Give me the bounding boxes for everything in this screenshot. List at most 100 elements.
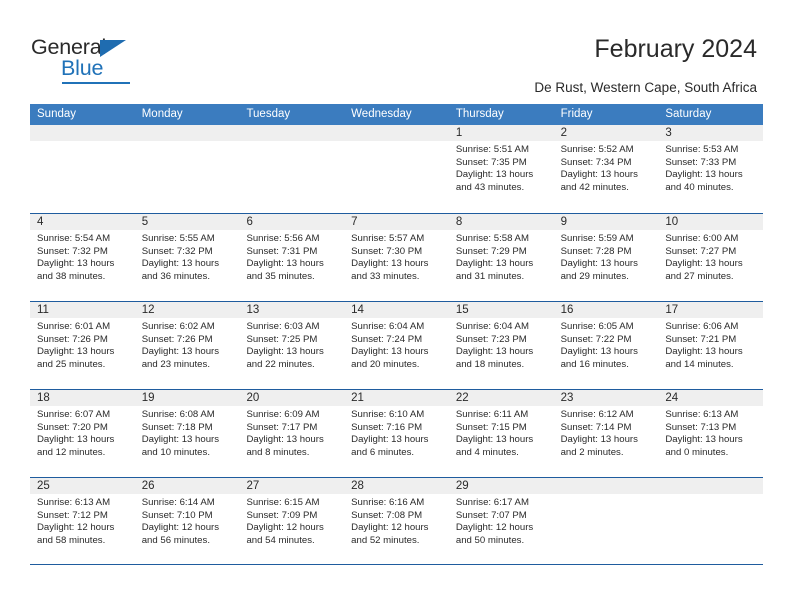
day-details: Sunrise: 6:05 AM Sunset: 7:22 PM Daylight:… [554, 318, 659, 371]
sunset-text: Sunset: 7:27 PM [665, 245, 737, 257]
calendar-day-cell[interactable]: 9 Sunrise: 5:59 AM Sunset: 7:28 PM Daylight… [553, 214, 659, 301]
daylight-text: Daylight: 13 hours and 40 minutes. [665, 169, 743, 193]
calendar-day-cell[interactable]: 11 Sunrise: 6:01 AM Sunset: 7:26 PM Dayligh… [30, 302, 135, 389]
calendar-day-cell[interactable]: 1 Sunrise: 5:51 AM Sunset: 7:35 PM Daylight… [448, 125, 554, 213]
day-details: Sunrise: 6:16 AM Sunset: 7:08 PM Daylight:… [344, 494, 449, 547]
calendar-day-cell[interactable]: 8 Sunrise: 5:58 AM Sunset: 7:29 PM Daylight… [448, 214, 554, 301]
sunset-text: Sunset: 7:30 PM [351, 245, 423, 257]
calendar-day-cell[interactable]: 15 Sunrise: 6:04 AM Sunset: 7:23 PM Dayligh… [448, 302, 554, 389]
calendar-day-cell[interactable]: 2 Sunrise: 5:52 AM Sunset: 7:34 PM Daylight… [553, 125, 659, 213]
sunset-text: Sunset: 7:07 PM [455, 509, 527, 521]
day-number: 12 [134, 302, 240, 318]
sunrise-text: Sunrise: 6:01 AM [37, 321, 111, 332]
sunrise-text: Sunrise: 5:52 AM [560, 144, 634, 155]
day-details: Sunrise: 6:15 AM Sunset: 7:09 PM Daylight:… [239, 494, 344, 547]
sunset-text: Sunset: 7:14 PM [560, 421, 632, 433]
calendar-day-cell[interactable]: 22 Sunrise: 6:11 AM Sunset: 7:15 PM Dayligh… [448, 390, 554, 477]
day-details: Sunrise: 5:58 AM Sunset: 7:29 PM Daylight:… [449, 230, 554, 283]
daylight-text: Daylight: 13 hours and 6 minutes. [351, 434, 429, 458]
daylight-text: Daylight: 13 hours and 0 minutes. [665, 434, 743, 458]
calendar-day-cell[interactable]: 26 Sunrise: 6:14 AM Sunset: 7:10 PM Dayligh… [134, 478, 240, 564]
daylight-text: Daylight: 13 hours and 42 minutes. [560, 169, 638, 193]
weekday-header-tuesday: Tuesday [246, 108, 291, 120]
calendar-day-cell[interactable]: 28 Sunrise: 6:16 AM Sunset: 7:08 PM Dayligh… [344, 478, 449, 564]
day-details: Sunrise: 6:01 AM Sunset: 7:26 PM Daylight:… [30, 318, 135, 371]
calendar-day-cell[interactable]: 12 Sunrise: 6:02 AM Sunset: 7:26 PM Dayligh… [134, 302, 240, 389]
calendar-day-cell[interactable]: 20 Sunrise: 6:09 AM Sunset: 7:17 PM Dayligh… [239, 390, 345, 477]
day-details: Sunrise: 5:52 AM Sunset: 7:34 PM Daylight:… [554, 141, 659, 194]
calendar-day-cell[interactable]: 25 Sunrise: 6:13 AM Sunset: 7:12 PM Dayligh… [30, 478, 135, 564]
calendar-day-cell[interactable]: 23 Sunrise: 6:12 AM Sunset: 7:14 PM Dayligh… [553, 390, 659, 477]
day-number [344, 125, 449, 141]
calendar-day-cell[interactable]: 21 Sunrise: 6:10 AM Sunset: 7:16 PM Dayligh… [344, 390, 449, 477]
calendar-day-cell[interactable]: 27 Sunrise: 6:15 AM Sunset: 7:09 PM Dayligh… [239, 478, 345, 564]
sunrise-text: Sunrise: 6:16 AM [351, 497, 425, 508]
weekday-header-monday: Monday [141, 108, 183, 120]
sunrise-text: Sunrise: 5:55 AM [141, 233, 215, 244]
sunrise-text: Sunrise: 5:51 AM [455, 144, 529, 155]
day-number: 16 [553, 302, 659, 318]
sunrise-text: Sunrise: 6:09 AM [246, 409, 320, 420]
sunset-text: Sunset: 7:15 PM [455, 421, 527, 433]
calendar-day-cell[interactable]: 10 Sunrise: 6:00 AM Sunset: 7:27 PM Dayligh… [658, 214, 764, 301]
day-details: Sunrise: 6:11 AM Sunset: 7:15 PM Daylight:… [449, 406, 554, 459]
day-details: Sunrise: 6:09 AM Sunset: 7:17 PM Daylight:… [239, 406, 344, 459]
sunrise-text: Sunrise: 5:53 AM [665, 144, 739, 155]
triangle-icon [100, 40, 126, 57]
daylight-text: Daylight: 13 hours and 14 minutes. [665, 346, 743, 370]
sunrise-text: Sunrise: 6:04 AM [455, 321, 529, 332]
sunset-text: Sunset: 7:10 PM [141, 509, 213, 521]
calendar-cell-empty [30, 125, 135, 213]
weekday-header-friday: Friday [560, 108, 593, 120]
sunset-text: Sunset: 7:09 PM [246, 509, 318, 521]
calendar-day-cell[interactable]: 3 Sunrise: 5:53 AM Sunset: 7:33 PM Daylight… [658, 125, 764, 213]
calendar-day-cell[interactable]: 18 Sunrise: 6:07 AM Sunset: 7:20 PM Dayligh… [30, 390, 135, 477]
daylight-text: Daylight: 13 hours and 43 minutes. [455, 169, 534, 193]
sunrise-text: Sunrise: 5:57 AM [351, 233, 425, 244]
calendar-cell-empty [553, 478, 659, 564]
sunrise-text: Sunrise: 6:11 AM [455, 409, 529, 420]
daylight-text: Daylight: 13 hours and 33 minutes. [351, 258, 429, 282]
day-number: 17 [658, 302, 764, 318]
day-number: 20 [239, 390, 345, 406]
calendar-day-cell[interactable]: 4 Sunrise: 5:54 AM Sunset: 7:32 PM Daylight… [30, 214, 135, 301]
logo-text-blue: Blue [61, 56, 104, 80]
calendar-cell-empty [658, 478, 764, 564]
day-number: 9 [553, 214, 659, 230]
sunrise-text: Sunrise: 6:07 AM [37, 409, 111, 420]
sunset-text: Sunset: 7:17 PM [246, 421, 318, 433]
daylight-text: Daylight: 12 hours and 58 minutes. [37, 522, 115, 546]
calendar-day-cell[interactable]: 14 Sunrise: 6:04 AM Sunset: 7:24 PM Dayligh… [344, 302, 449, 389]
sunset-text: Sunset: 7:23 PM [455, 333, 527, 345]
calendar-day-cell[interactable]: 29 Sunrise: 6:17 AM Sunset: 7:07 PM Dayligh… [448, 478, 554, 564]
calendar-day-cell[interactable]: 5 Sunrise: 5:55 AM Sunset: 7:32 PM Daylight… [134, 214, 240, 301]
calendar-day-cell[interactable]: 17 Sunrise: 6:06 AM Sunset: 7:21 PM Dayligh… [658, 302, 764, 389]
day-details: Sunrise: 5:53 AM Sunset: 7:33 PM Daylight:… [658, 141, 763, 194]
calendar-day-cell[interactable]: 13 Sunrise: 6:03 AM Sunset: 7:25 PM Dayligh… [239, 302, 345, 389]
weekday-header-row: Sunday Monday Tuesday Wednesday Thursday… [30, 104, 763, 125]
day-details: Sunrise: 5:56 AM Sunset: 7:31 PM Daylight:… [239, 230, 344, 283]
daylight-text: Daylight: 13 hours and 38 minutes. [37, 258, 115, 282]
day-details: Sunrise: 6:14 AM Sunset: 7:10 PM Daylight:… [135, 494, 240, 547]
day-number: 7 [344, 214, 449, 230]
calendar-day-cell[interactable]: 19 Sunrise: 6:08 AM Sunset: 7:18 PM Dayligh… [134, 390, 240, 477]
day-number: 28 [344, 478, 449, 494]
calendar-day-cell[interactable]: 7 Sunrise: 5:57 AM Sunset: 7:30 PM Daylight… [344, 214, 449, 301]
sunset-text: Sunset: 7:26 PM [141, 333, 213, 345]
day-details: Sunrise: 5:51 AM Sunset: 7:35 PM Daylight:… [449, 141, 554, 194]
sunset-text: Sunset: 7:24 PM [351, 333, 423, 345]
daylight-text: Daylight: 13 hours and 29 minutes. [560, 258, 638, 282]
daylight-text: Daylight: 13 hours and 2 minutes. [560, 434, 638, 458]
day-number: 22 [448, 390, 554, 406]
calendar-day-cell[interactable]: 24 Sunrise: 6:13 AM Sunset: 7:13 PM Dayligh… [658, 390, 764, 477]
day-number [553, 478, 659, 494]
calendar-day-cell[interactable]: 16 Sunrise: 6:05 AM Sunset: 7:22 PM Dayligh… [553, 302, 659, 389]
calendar-day-cell[interactable]: 6 Sunrise: 5:56 AM Sunset: 7:31 PM Daylight… [239, 214, 345, 301]
sunset-text: Sunset: 7:34 PM [560, 156, 632, 168]
day-number [30, 125, 135, 141]
day-details: Sunrise: 6:13 AM Sunset: 7:13 PM Daylight:… [658, 406, 763, 459]
sunrise-text: Sunrise: 6:04 AM [351, 321, 425, 332]
sunset-text: Sunset: 7:22 PM [560, 333, 632, 345]
day-details: Sunrise: 5:57 AM Sunset: 7:30 PM Daylight:… [344, 230, 449, 283]
day-details: Sunrise: 6:08 AM Sunset: 7:18 PM Daylight:… [135, 406, 240, 459]
